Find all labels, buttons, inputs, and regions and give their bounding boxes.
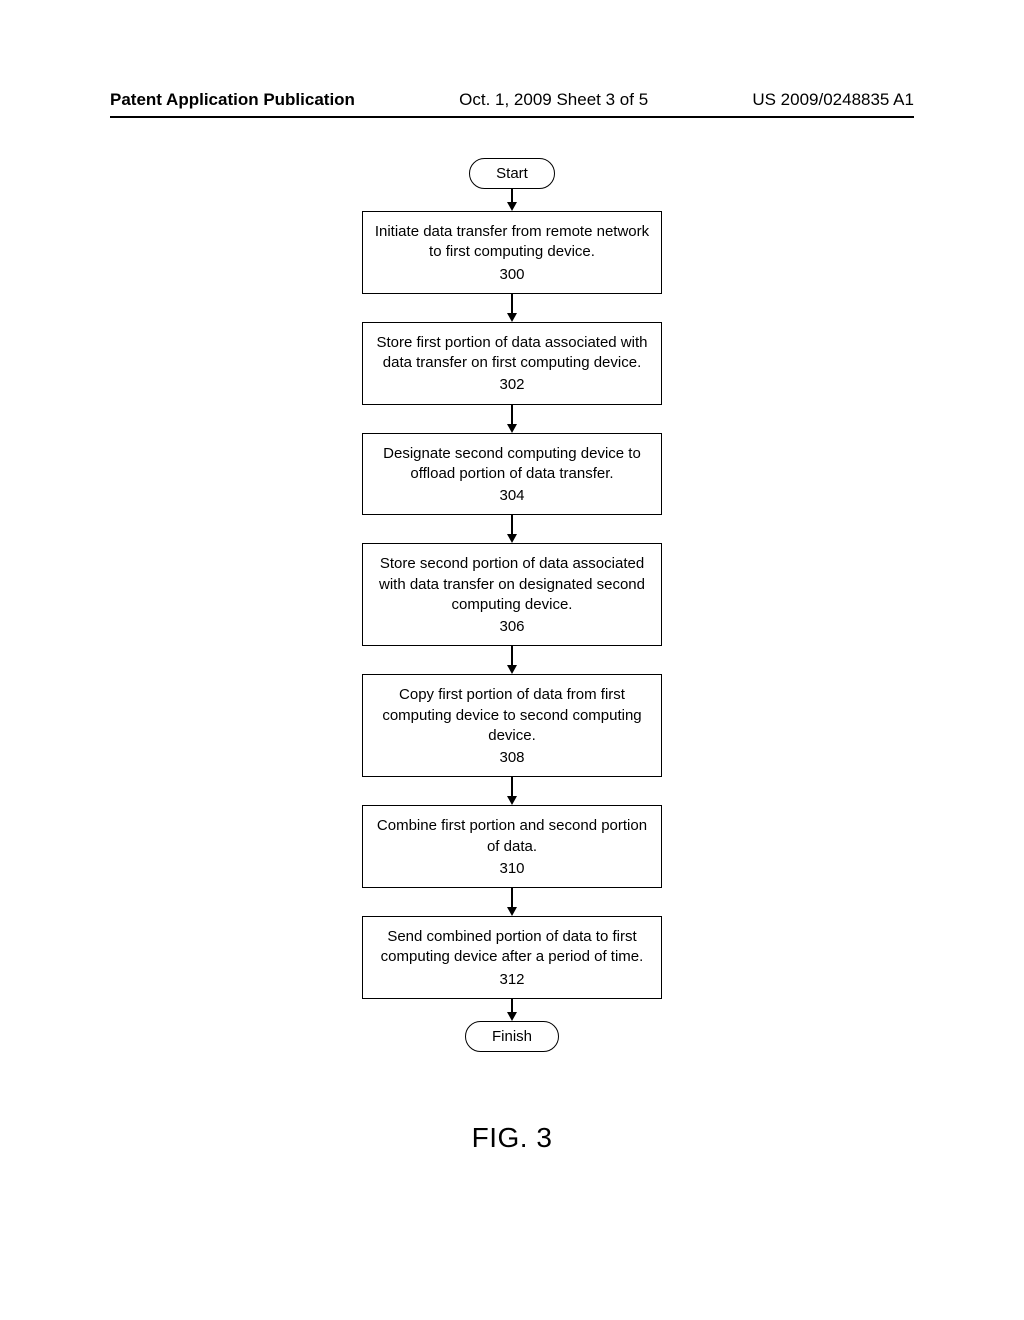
page-container: Patent Application Publication Oct. 1, 2… [0,0,1024,1320]
arrow-icon [507,294,517,322]
process-step-304: Designate second computing device to off… [362,433,662,516]
header-center: Oct. 1, 2009 Sheet 3 of 5 [459,90,648,110]
arrow-icon [507,888,517,916]
step-text: Store first portion of data associated w… [373,333,651,374]
process-step-312: Send combined portion of data to first c… [362,916,662,999]
step-text: Send combined portion of data to first c… [373,927,651,968]
arrow-icon [507,405,517,433]
arrow-icon [507,999,517,1021]
flowchart: Start Initiate data transfer from remote… [110,158,914,1052]
process-step-308: Copy first portion of data from first co… [362,674,662,777]
step-number: 304 [373,486,651,506]
step-text: Copy first portion of data from first co… [373,685,651,746]
step-number: 312 [373,970,651,990]
step-text: Store second portion of data associated … [373,554,651,615]
step-number: 310 [373,859,651,879]
process-step-302: Store first portion of data associated w… [362,322,662,405]
header-rule [110,116,914,118]
arrow-icon [507,777,517,805]
step-text: Designate second computing device to off… [373,444,651,485]
arrow-icon [507,515,517,543]
header-left: Patent Application Publication [110,90,355,110]
process-step-306: Store second portion of data associated … [362,543,662,646]
step-number: 302 [373,375,651,395]
step-number: 306 [373,617,651,637]
arrow-icon [507,646,517,674]
terminator-start: Start [469,158,555,189]
step-number: 308 [373,748,651,768]
figure-label: FIG. 3 [110,1122,914,1154]
page-header: Patent Application Publication Oct. 1, 2… [110,90,914,110]
arrow-icon [507,189,517,211]
step-text: Combine first portion and second portion… [373,816,651,857]
step-number: 300 [373,265,651,285]
header-right: US 2009/0248835 A1 [752,90,914,110]
process-step-310: Combine first portion and second portion… [362,805,662,888]
process-step-300: Initiate data transfer from remote netwo… [362,211,662,294]
terminator-finish: Finish [465,1021,559,1052]
step-text: Initiate data transfer from remote netwo… [373,222,651,263]
